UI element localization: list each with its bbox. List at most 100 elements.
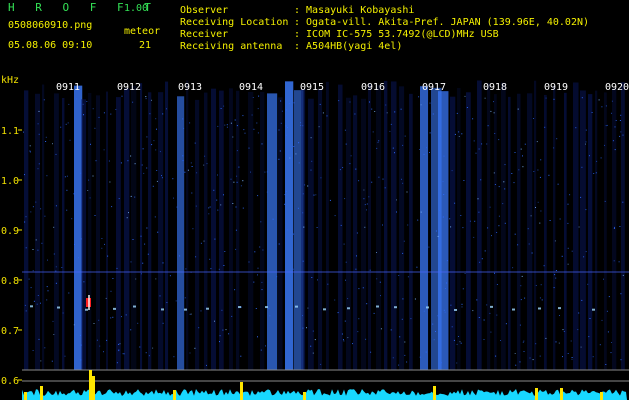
meteor-marker	[600, 392, 603, 400]
noise-dot	[311, 277, 313, 278]
noise-dot	[66, 189, 68, 191]
noise-dot	[442, 181, 444, 183]
info-key-location: Receiving Location	[180, 17, 289, 28]
noise-dot	[462, 227, 464, 229]
noise-dot	[399, 336, 401, 338]
noise-dot	[44, 347, 46, 349]
noise-streak	[318, 89, 323, 371]
noise-dot	[64, 355, 66, 357]
noise-dot	[450, 304, 452, 306]
noise-streak	[42, 84, 45, 370]
noise-streak	[621, 82, 625, 370]
noise-dot	[89, 197, 91, 199]
noise-dot	[578, 312, 580, 314]
noise-dot	[132, 239, 134, 240]
noise-dot	[55, 282, 57, 284]
noise-dot	[146, 136, 148, 138]
noise-dot	[47, 259, 48, 261]
noise-dot	[310, 137, 312, 139]
noise-dot	[469, 220, 471, 222]
noise-dot	[173, 356, 175, 358]
noise-dot	[151, 99, 152, 101]
noise-dot	[223, 265, 225, 266]
noise-dot	[232, 203, 234, 204]
noise-dot	[93, 323, 95, 324]
noise-dot	[539, 355, 541, 357]
noise-dot	[130, 195, 132, 197]
noise-dot	[44, 215, 46, 217]
noise-dot	[103, 351, 104, 353]
echo-speck	[490, 305, 493, 308]
noise-dot	[481, 258, 483, 260]
noise-dot	[261, 289, 263, 291]
noise-dot	[38, 338, 40, 340]
noise-dot	[311, 160, 313, 162]
noise-dot	[540, 210, 542, 212]
noise-dot	[608, 296, 610, 298]
noise-dot	[454, 202, 456, 204]
noise-streak	[148, 92, 152, 370]
noise-dot	[253, 281, 255, 283]
noise-streak	[487, 83, 491, 371]
x-tick-label: 0911	[56, 82, 80, 93]
noise-dot	[262, 249, 264, 251]
noise-dot	[101, 238, 103, 239]
noise-dot	[562, 356, 563, 358]
noise-dot	[519, 324, 521, 326]
noise-dot	[285, 134, 287, 136]
noise-streak	[353, 95, 358, 371]
noise-dot	[475, 152, 477, 154]
noise-dot	[462, 288, 464, 290]
noise-dot	[219, 341, 220, 343]
noise-dot	[583, 256, 585, 258]
echo-speck	[161, 308, 164, 311]
echo-speck	[558, 307, 561, 310]
noise-dot	[530, 215, 532, 217]
noise-streak	[384, 80, 388, 371]
noise-dot	[404, 341, 406, 343]
noise-dot	[261, 143, 263, 145]
meteor-marker	[40, 386, 43, 400]
noise-dot	[619, 135, 621, 137]
info-value-location: : Ogata-vill. Akita-Pref. JAPAN (139.96E…	[294, 17, 590, 28]
noise-dot	[182, 118, 184, 120]
noise-dot	[38, 110, 40, 112]
noise-dot	[141, 273, 142, 275]
noise-dot	[24, 174, 25, 176]
noise-dot	[55, 270, 57, 272]
info-key-antenna: Receiving antenna	[180, 41, 283, 52]
noise-dot	[515, 364, 517, 366]
noise-dot	[539, 297, 541, 299]
noise-dot	[43, 99, 45, 101]
noise-dot	[481, 143, 483, 145]
noise-dot	[269, 315, 271, 317]
noise-dot	[196, 172, 198, 174]
noise-dot	[458, 131, 460, 133]
noise-dot	[614, 126, 616, 128]
noise-dot	[472, 118, 474, 120]
noise-dot	[373, 312, 375, 314]
noise-streak	[595, 90, 598, 371]
noise-dot	[83, 281, 85, 283]
noise-dot	[32, 350, 34, 351]
noise-dot	[495, 355, 497, 357]
noise-dot	[122, 353, 124, 355]
meteor-marker	[173, 390, 176, 400]
noise-dot	[423, 310, 425, 312]
noise-dot	[220, 204, 222, 206]
meteor-marker	[560, 388, 563, 400]
noise-dot	[32, 206, 34, 208]
noise-dot	[619, 226, 621, 227]
noise-dot	[341, 333, 343, 335]
noise-dot	[320, 363, 322, 365]
noise-dot	[253, 128, 255, 130]
noise-dot	[257, 274, 258, 276]
noise-dot	[65, 123, 67, 125]
noise-dot	[343, 339, 344, 341]
echo-speck	[85, 308, 88, 311]
noise-dot	[376, 147, 378, 149]
noise-dot	[369, 269, 371, 271]
noise-dot	[553, 287, 555, 289]
echo-speck	[394, 306, 397, 309]
noise-dot	[444, 311, 446, 313]
